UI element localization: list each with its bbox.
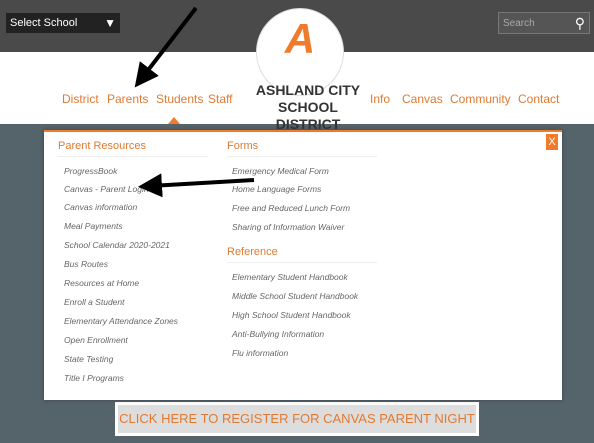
link-canvas-parent-login[interactable]: Canvas - Parent Login [64,184,149,194]
reference-heading: Reference [227,246,377,263]
nav-contact[interactable]: Contact [518,92,559,106]
nav-students[interactable]: Students [156,92,203,106]
link-flu-information[interactable]: Flu information [232,348,288,358]
search-icon[interactable]: ⚲ [575,12,585,34]
school-name[interactable]: ASHLAND CITY SCHOOL DISTRICT [252,82,364,133]
link-open-enrollment[interactable]: Open Enrollment [64,335,128,345]
search-placeholder: Search [503,18,535,29]
chevron-down-icon: ▼ [104,16,116,30]
parents-mega-menu: X Parent Resources ProgressBook Canvas -… [44,130,562,400]
register-canvas-parent-night-button[interactable]: CLICK HERE TO REGISTER FOR CANVAS PARENT… [115,402,479,436]
link-school-calendar[interactable]: School Calendar 2020-2021 [64,240,170,250]
link-state-testing[interactable]: State Testing [64,354,113,364]
link-bus-routes[interactable]: Bus Routes [64,259,108,269]
nav-info[interactable]: Info [370,92,390,106]
select-school-label: Select School [10,17,78,29]
link-middle-school-handbook[interactable]: Middle School Student Handbook [232,291,358,301]
link-resources-at-home[interactable]: Resources at Home [64,278,139,288]
link-enroll-student[interactable]: Enroll a Student [64,297,124,307]
link-emergency-medical-form[interactable]: Emergency Medical Form [232,166,329,176]
school-name-line1: ASHLAND CITY [255,82,361,98]
nav-staff[interactable]: Staff [208,92,232,106]
link-canvas-information[interactable]: Canvas information [64,202,137,212]
nav-active-caret [168,117,180,124]
close-icon[interactable]: X [546,134,558,150]
link-sharing-info-waiver[interactable]: Sharing of Information Waiver [232,222,344,232]
forms-heading: Forms [227,140,377,157]
link-meal-payments[interactable]: Meal Payments [64,221,123,231]
nav-parents[interactable]: Parents [107,92,148,106]
link-free-reduced-lunch-form[interactable]: Free and Reduced Lunch Form [232,203,350,213]
link-high-school-handbook[interactable]: High School Student Handbook [232,310,351,320]
link-anti-bullying-info[interactable]: Anti-Bullying Information [232,329,324,339]
link-elementary-attendance-zones[interactable]: Elementary Attendance Zones [64,316,178,326]
nav-community[interactable]: Community [450,92,511,106]
link-home-language-forms[interactable]: Home Language Forms [232,184,321,194]
school-name-line2: SCHOOL DISTRICT [275,99,341,132]
link-progressbook[interactable]: ProgressBook [64,166,117,176]
link-elementary-handbook[interactable]: Elementary Student Handbook [232,272,348,282]
select-school-dropdown[interactable]: Select School ▼ [6,13,120,33]
nav-canvas[interactable]: Canvas [402,92,443,106]
parent-resources-heading: Parent Resources [58,140,208,157]
nav-district[interactable]: District [62,92,99,106]
logo-a-icon: A [284,15,316,62]
search-input[interactable]: Search ⚲ [498,12,590,34]
link-title-i-programs[interactable]: Title I Programs [64,373,124,383]
